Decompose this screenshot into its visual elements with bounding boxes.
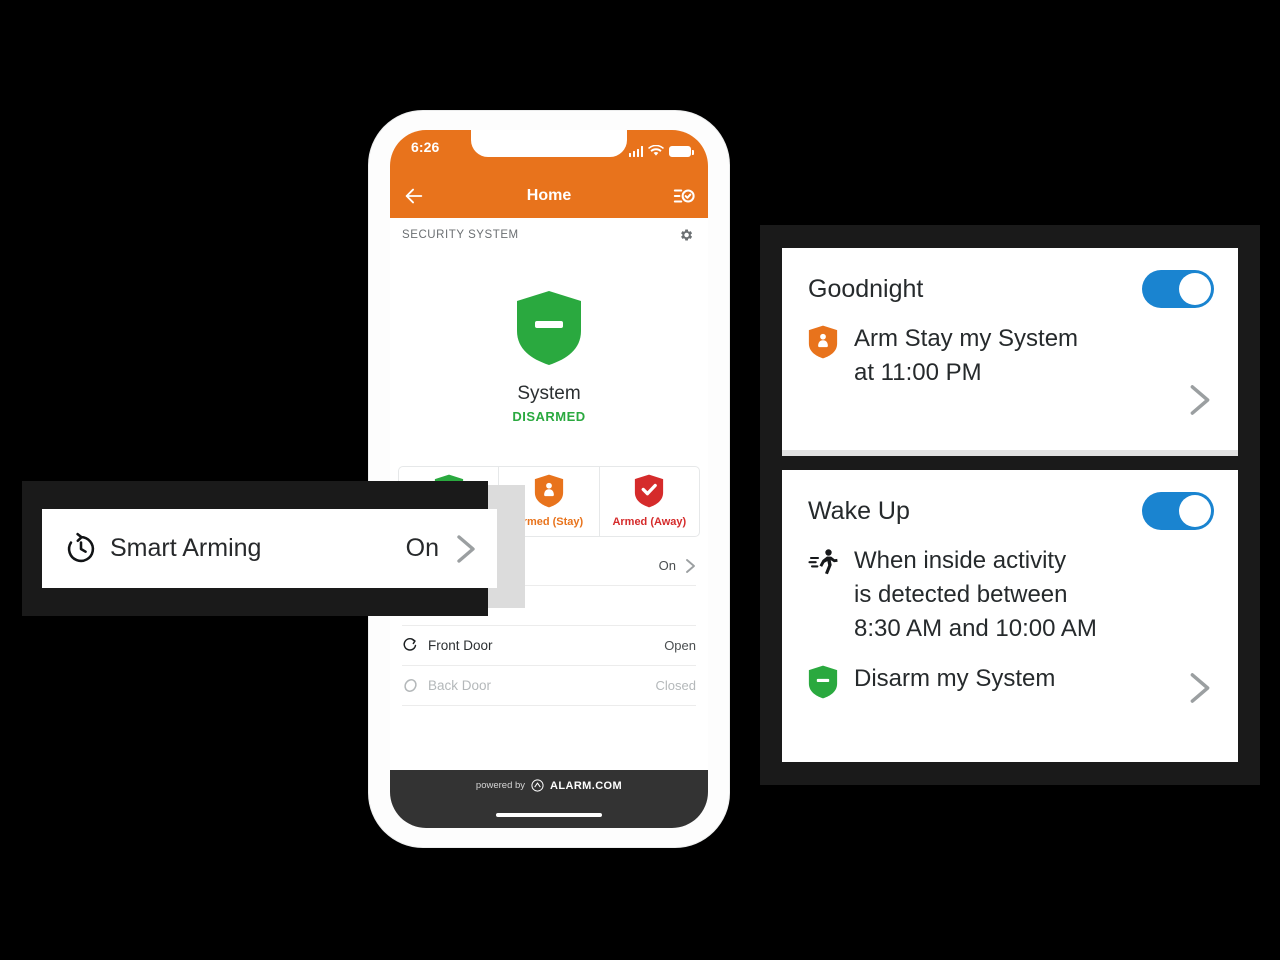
battery-icon <box>669 146 694 157</box>
mode-label: Armed (Away) <box>612 516 687 528</box>
rule-action: Arm Stay my System at 11:00 PM <box>782 322 1238 390</box>
system-state: DISARMED <box>512 409 586 424</box>
shield-check-icon <box>635 474 664 508</box>
rule-action-text: When inside activity is detected between… <box>854 547 1097 642</box>
rule-actions: When inside activity is detected between… <box>782 530 1238 699</box>
running-person-motion-icon <box>808 544 854 579</box>
nav-bar: Home <box>390 174 708 218</box>
phone-screen: 6:26 Home SECURITY SYSTEM System DISARME… <box>390 130 708 828</box>
alarm-dot-com-logo-icon <box>531 779 544 792</box>
section-label: SECURITY SYSTEM <box>402 229 519 241</box>
mode-button-armed-away[interactable]: Armed (Away) <box>598 466 700 537</box>
powered-by-label: powered by <box>475 780 526 791</box>
shield-minus-icon <box>808 662 854 699</box>
list-item-back-door[interactable]: Back Door Closed <box>402 666 696 706</box>
list-item-front-door[interactable]: Front Door Open <box>402 626 696 666</box>
rule-card-header: Wake Up <box>782 470 1238 530</box>
list-item-value: Closed <box>655 678 696 693</box>
toggle-knob <box>1179 273 1211 305</box>
rule-action-text: Arm Stay my System at 11:00 PM <box>854 325 1079 386</box>
rule-action-text: Disarm my System <box>854 665 1056 692</box>
rule-action: When inside activity is detected between… <box>782 544 1238 646</box>
list-item-value: On <box>658 558 676 573</box>
section-header: SECURITY SYSTEM <box>390 218 708 252</box>
card-shadow <box>782 450 1238 456</box>
door-open-icon <box>402 637 428 654</box>
rule-card-wake-up[interactable]: Wake Up When inside activity is detected… <box>782 470 1238 762</box>
shield-person-icon <box>808 322 854 359</box>
status-bar: 6:26 <box>390 130 708 174</box>
rule-actions: Arm Stay my System at 11:00 PM <box>782 308 1238 390</box>
rule-toggle[interactable] <box>1142 270 1214 308</box>
rule-action: Disarm my System <box>782 662 1238 699</box>
list-item-label: Back Door <box>428 678 492 693</box>
chevron-right-icon[interactable] <box>455 533 477 565</box>
chevron-right-icon[interactable] <box>1188 670 1212 706</box>
rule-card-header: Goodnight <box>782 248 1238 308</box>
rule-card-goodnight[interactable]: Goodnight Arm Stay my System at 11:00 PM <box>782 248 1238 456</box>
rule-toggle[interactable] <box>1142 492 1214 530</box>
home-indicator[interactable] <box>496 812 602 817</box>
list-check-icon[interactable] <box>673 185 695 207</box>
rule-title: Wake Up <box>808 496 910 525</box>
callout-smart-arming[interactable]: Smart Arming On <box>42 509 497 588</box>
toggle-knob <box>1179 495 1211 527</box>
shield-minus-icon <box>517 291 581 365</box>
wifi-icon <box>648 145 664 156</box>
rule-title: Goodnight <box>808 274 924 303</box>
list-item-label: Front Door <box>428 638 493 653</box>
status-bar-indicators <box>628 143 694 157</box>
smart-arming-timer-icon <box>64 532 110 566</box>
brand-name: ALARM.COM <box>550 779 623 792</box>
signal-bars-icon <box>628 146 643 157</box>
chevron-right-icon <box>686 558 695 573</box>
chevron-right-icon[interactable] <box>1188 382 1212 418</box>
shield-person-icon <box>534 474 564 508</box>
door-closed-icon <box>402 677 428 694</box>
status-bar-time: 6:26 <box>411 139 440 155</box>
back-arrow-icon[interactable] <box>403 185 425 207</box>
phone-notch <box>471 130 627 157</box>
callout-value: On <box>405 534 439 562</box>
brand-lockup: powered by ALARM.COM <box>390 770 708 792</box>
system-status-block: System DISARMED <box>390 252 708 424</box>
phone-footer: powered by ALARM.COM <box>390 770 708 828</box>
page-title: Home <box>526 187 572 204</box>
gear-icon[interactable] <box>678 227 694 243</box>
system-name: System <box>517 383 581 404</box>
callout-label: Smart Arming <box>110 534 262 562</box>
screenshot-root: 6:26 Home SECURITY SYSTEM System DISARME… <box>0 0 1280 960</box>
list-item-value: Open <box>664 638 696 653</box>
